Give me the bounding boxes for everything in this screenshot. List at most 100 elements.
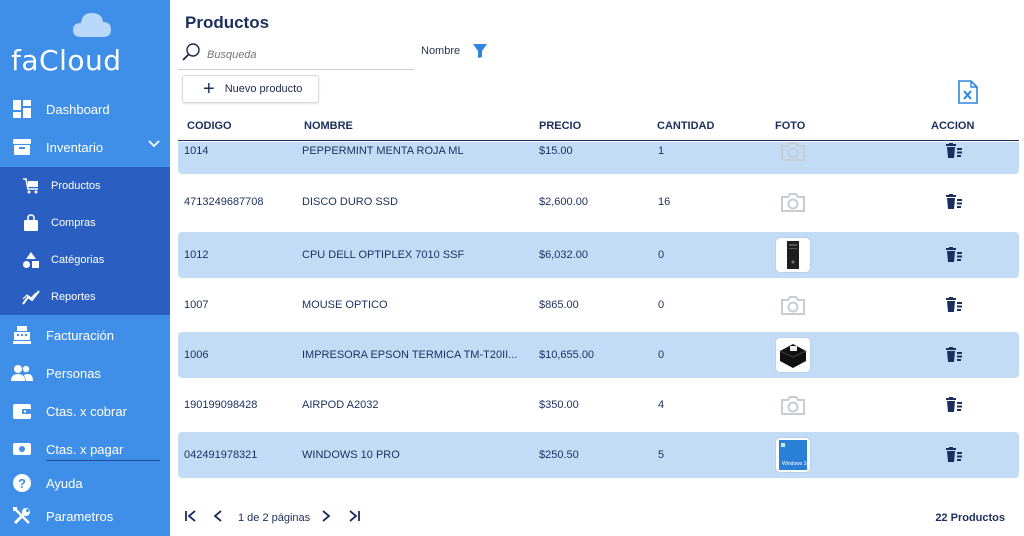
camera-placeholder-icon[interactable]: [776, 142, 810, 168]
brand[interactable]: faCloud: [0, 0, 170, 86]
cell-precio: $2,600.00: [539, 196, 588, 208]
camera-placeholder-icon[interactable]: [776, 388, 810, 422]
table-row[interactable]: 4713249687708 DISCO DURO SSD $2,600.00 16: [178, 179, 1019, 225]
cell-cantidad: 5: [658, 449, 665, 461]
sidebar-item-ctas-pagar[interactable]: Ctas. x pagar: [0, 430, 170, 468]
table-row[interactable]: 190199098428 AIRPOD A2032 $350.00 4: [178, 382, 1019, 428]
filter-field-label[interactable]: Nombre: [421, 45, 460, 57]
last-page-icon[interactable]: [347, 509, 361, 523]
col-precio[interactable]: PRECIO: [539, 120, 581, 132]
table-row[interactable]: 1007 MOUSE OPTICO $865.00 0: [178, 282, 1019, 328]
sidebar-subitem-label: Compras: [51, 216, 96, 229]
delete-icon[interactable]: [945, 347, 963, 366]
new-product-button[interactable]: + Nuevo producto: [182, 75, 319, 103]
search-bar[interactable]: [178, 40, 414, 70]
inventory-submenu: Productos Compras Catégorias Reportes: [0, 167, 170, 315]
camera-placeholder-icon[interactable]: [776, 288, 810, 322]
sidebar-subitem-productos[interactable]: Productos: [0, 167, 170, 204]
sidebar-subitem-compras[interactable]: Compras: [0, 204, 170, 241]
cell-nombre: PEPPERMINT MENTA ROJA ML: [302, 145, 464, 157]
sidebar-item-label: Dashboard: [46, 101, 110, 117]
chart-icon: [22, 288, 40, 306]
product-photo[interactable]: [776, 338, 810, 372]
filter-icon[interactable]: [472, 43, 488, 59]
sidebar-item-parametros[interactable]: Parametros: [0, 497, 170, 535]
cell-cantidad: 1: [658, 145, 665, 157]
pagination: 1 de 2 páginas 22 Productos: [178, 505, 1019, 529]
cell-codigo: 1007: [184, 299, 209, 311]
page-title: Productos: [185, 13, 270, 32]
delete-icon[interactable]: [945, 194, 963, 213]
sidebar-item-facturacion[interactable]: Facturación: [0, 316, 170, 354]
sidebar-item-ctas-cobrar[interactable]: Ctas. x cobrar: [0, 392, 170, 430]
cell-nombre: AIRPOD A2032: [302, 399, 379, 411]
cell-cantidad: 0: [658, 349, 665, 361]
table-row[interactable]: 1014 PEPPERMINT MENTA ROJA ML $15.00 1: [178, 142, 1019, 174]
svg-text:Windows 10: Windows 10: [782, 461, 808, 467]
chevron-down-icon[interactable]: [148, 140, 160, 148]
page-info: 1 de 2 páginas: [238, 512, 311, 524]
inventory-icon: [11, 136, 33, 158]
sidebar-item-label: Ctas. x pagar: [46, 441, 124, 457]
cell-precio: $350.00: [539, 399, 579, 411]
brand-name: faCloud: [11, 44, 122, 77]
prev-page-icon[interactable]: [212, 509, 224, 523]
products-table[interactable]: 1014 PEPPERMINT MENTA ROJA ML $15.00 1 47132…: [178, 142, 1019, 486]
table-row[interactable]: 042491978321 WINDOWS 10 PRO $250.50 5 Window…: [178, 432, 1019, 478]
sidebar-item-personas[interactable]: Personas: [0, 354, 170, 392]
sidebar-subitem-label: Reportes: [51, 290, 96, 303]
search-input[interactable]: [207, 48, 397, 61]
search-icon: [181, 42, 201, 67]
col-cantidad[interactable]: CANTIDAD: [657, 120, 714, 132]
cell-codigo: 4713249687708: [184, 196, 264, 208]
sidebar-item-label: Parametros: [46, 508, 114, 524]
dashboard-icon: [11, 98, 33, 120]
cell-precio: $865.00: [539, 299, 579, 311]
payable-icon: [11, 438, 33, 460]
delete-icon[interactable]: [945, 447, 963, 466]
sidebar-subitem-reportes[interactable]: Reportes: [0, 278, 170, 315]
cart-icon: [22, 177, 40, 195]
table-row[interactable]: 1012 CPU DELL OPTIPLEX 7010 SSF $6,032.00 0: [178, 232, 1019, 278]
sidebar-item-label: Facturación: [46, 327, 114, 343]
cell-codigo: 1012: [184, 249, 209, 261]
help-icon: ?: [11, 472, 33, 494]
sidebar: faCloud Dashboard Inventario Productos C…: [0, 0, 170, 536]
col-codigo[interactable]: CODIGO: [187, 120, 232, 132]
cell-precio: $250.50: [539, 449, 579, 461]
delete-icon[interactable]: [945, 297, 963, 316]
cell-precio: $15.00: [539, 145, 573, 157]
cell-codigo: 1014: [184, 145, 209, 157]
new-product-label: Nuevo producto: [224, 83, 303, 95]
table-row[interactable]: 1006 IMPRESORA EPSON TERMICA TM-T20II... $…: [178, 332, 1019, 378]
product-count: 22 Productos: [935, 512, 1005, 524]
excel-export-icon[interactable]: [958, 80, 978, 104]
cell-nombre: MOUSE OPTICO: [302, 299, 388, 311]
bag-icon: [22, 213, 40, 232]
product-photo[interactable]: Windows 10: [776, 438, 810, 472]
col-nombre[interactable]: NOMBRE: [304, 120, 353, 132]
cell-cantidad: 0: [658, 299, 665, 311]
sidebar-item-label: Personas: [46, 365, 101, 381]
sidebar-item-inventario[interactable]: Inventario: [0, 128, 170, 166]
col-foto: FOTO: [775, 120, 806, 132]
cell-nombre: IMPRESORA EPSON TERMICA TM-T20II...: [302, 349, 518, 361]
svg-text:?: ?: [18, 476, 26, 491]
tools-icon: [11, 505, 33, 527]
camera-placeholder-icon[interactable]: [776, 185, 810, 219]
delete-icon[interactable]: [945, 397, 963, 416]
sidebar-subitem-categorias[interactable]: Catégorias: [0, 241, 170, 278]
cell-nombre: DISCO DURO SSD: [302, 196, 398, 208]
sidebar-item-label: Inventario: [46, 139, 104, 155]
delete-icon[interactable]: [945, 247, 963, 266]
shapes-icon: [22, 251, 40, 269]
next-page-icon[interactable]: [320, 509, 332, 523]
plus-icon: +: [203, 78, 215, 100]
delete-icon[interactable]: [945, 143, 963, 162]
table-header: CODIGO NOMBRE PRECIO CANTIDAD FOTO ACCIO…: [178, 116, 1019, 141]
first-page-icon[interactable]: [184, 509, 198, 523]
sidebar-item-dashboard[interactable]: Dashboard: [0, 90, 170, 128]
cell-nombre: CPU DELL OPTIPLEX 7010 SSF: [302, 249, 465, 261]
product-photo[interactable]: [776, 238, 810, 272]
sidebar-item-label: Ctas. x cobrar: [46, 403, 127, 419]
